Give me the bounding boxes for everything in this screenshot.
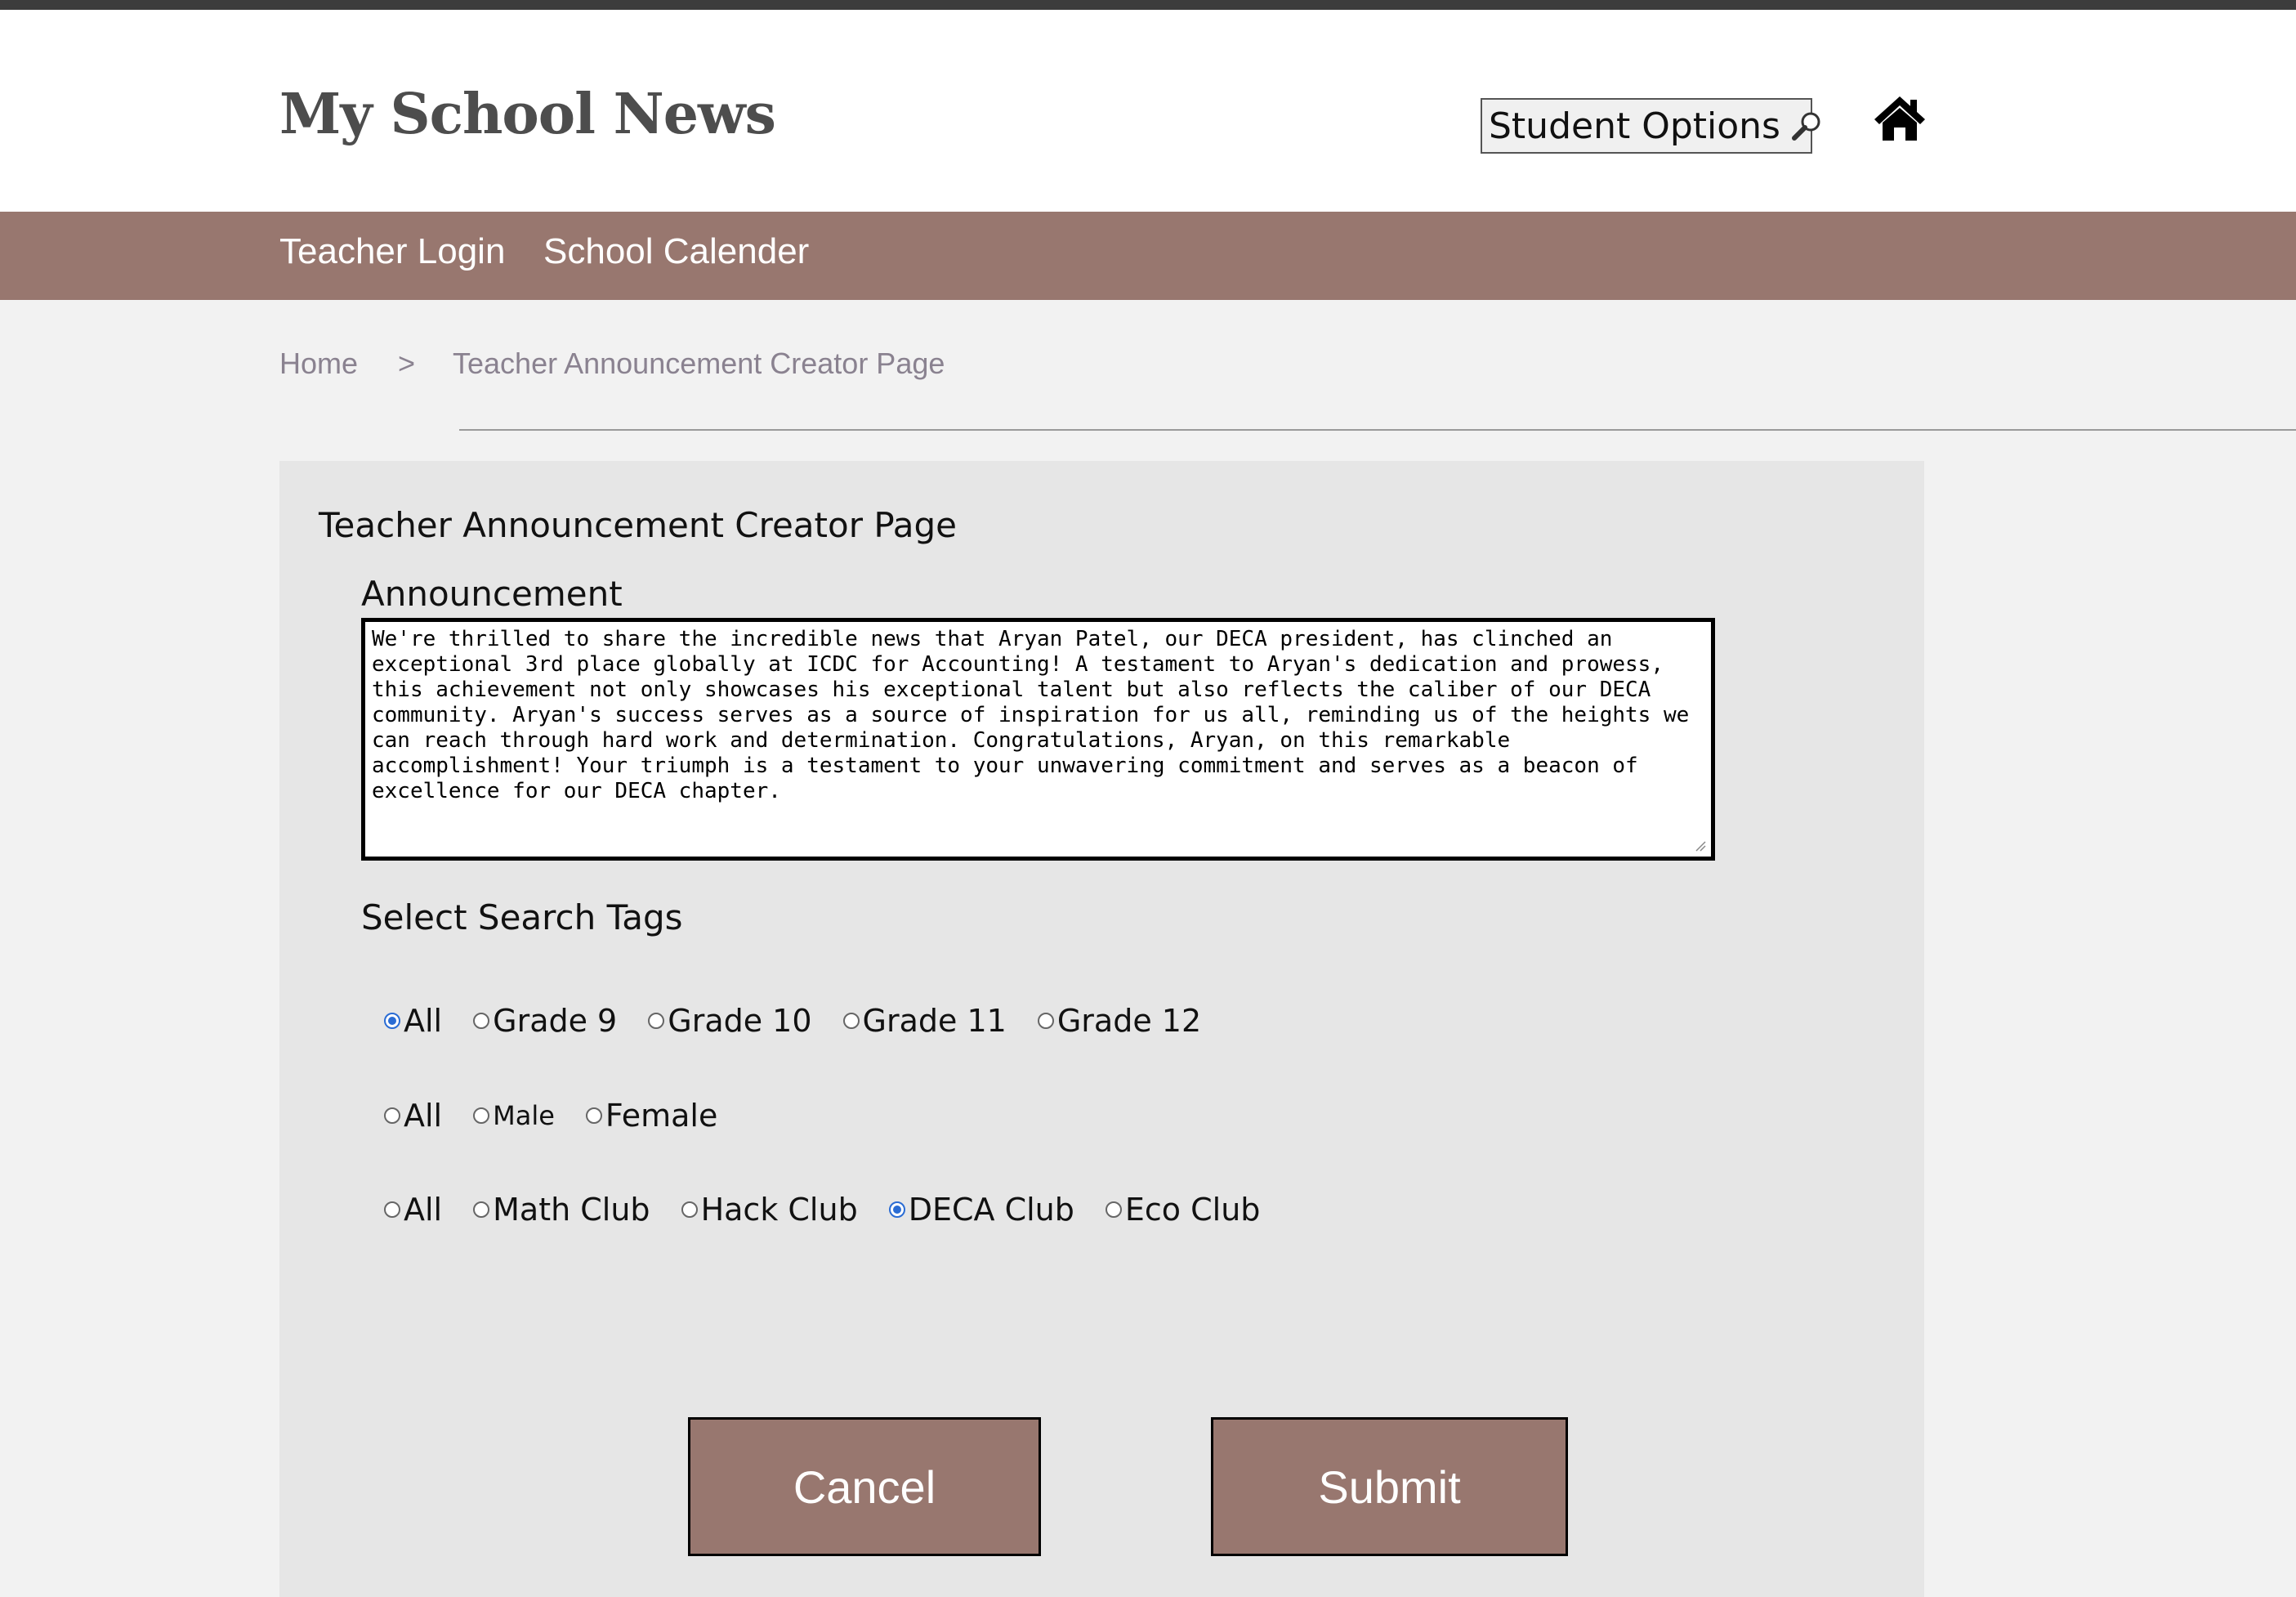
breadcrumb-current: Teacher Announcement Creator Page xyxy=(453,347,945,380)
radio-button[interactable] xyxy=(384,1107,400,1124)
student-options-button[interactable]: Student Options xyxy=(1481,98,1820,154)
resize-grip-icon[interactable] xyxy=(1693,839,1706,852)
magnifier-icon xyxy=(1790,110,1823,142)
radio-button[interactable] xyxy=(384,1201,400,1218)
radio-label: Grade 11 xyxy=(862,1003,1007,1039)
grade-radio-group: All Grade 9 Grade 10 Grade 11 Grade 12 xyxy=(384,1000,1201,1041)
radio-button[interactable] xyxy=(888,1201,905,1218)
main-nav: Teacher Login School Calender xyxy=(0,212,2296,300)
gender-option-all[interactable]: All xyxy=(384,1098,442,1134)
radio-label: Eco Club xyxy=(1124,1192,1261,1228)
radio-label: Female xyxy=(605,1098,718,1134)
search-tags-label: Select Search Tags xyxy=(361,897,683,937)
club-radio-group: All Math Club Hack Club DECA Club Eco Cl… xyxy=(384,1189,1260,1230)
breadcrumb-divider xyxy=(459,429,2296,431)
radio-label: DECA Club xyxy=(908,1192,1074,1228)
club-option-deca[interactable]: DECA Club xyxy=(888,1192,1074,1228)
announcement-form-panel: Teacher Announcement Creator Page Announ… xyxy=(279,461,1924,1597)
club-option-hack[interactable]: Hack Club xyxy=(681,1192,858,1228)
radio-button[interactable] xyxy=(384,1013,400,1029)
grade-option-9[interactable]: Grade 9 xyxy=(473,1003,617,1039)
radio-button[interactable] xyxy=(1105,1201,1122,1218)
nav-teacher-login[interactable]: Teacher Login xyxy=(279,231,505,272)
grade-option-10[interactable]: Grade 10 xyxy=(648,1003,812,1039)
radio-label: Grade 10 xyxy=(668,1003,812,1039)
radio-label: All xyxy=(404,1192,443,1228)
radio-button[interactable] xyxy=(473,1013,490,1029)
radio-button[interactable] xyxy=(473,1107,490,1124)
radio-button[interactable] xyxy=(473,1201,490,1218)
cancel-button[interactable]: Cancel xyxy=(688,1417,1041,1556)
radio-label: All xyxy=(404,1098,443,1134)
radio-button[interactable] xyxy=(585,1107,602,1124)
radio-label: All xyxy=(404,1003,443,1039)
grade-option-all[interactable]: All xyxy=(384,1003,442,1039)
radio-button[interactable] xyxy=(681,1201,698,1218)
radio-button[interactable] xyxy=(1037,1013,1054,1029)
student-options-label: Student Options xyxy=(1489,105,1780,147)
radio-label: Male xyxy=(493,1100,555,1131)
submit-button[interactable]: Submit xyxy=(1211,1417,1568,1556)
breadcrumb-separator: > xyxy=(398,347,416,380)
announcement-textarea[interactable]: We're thrilled to share the incredible n… xyxy=(361,618,1715,861)
club-option-math[interactable]: Math Club xyxy=(473,1192,650,1228)
gender-radio-group: All Male Female xyxy=(384,1095,717,1136)
announcement-label: Announcement xyxy=(361,574,623,614)
gender-option-male[interactable]: Male xyxy=(473,1100,555,1131)
radio-button[interactable] xyxy=(648,1013,665,1029)
home-icon[interactable] xyxy=(1873,95,1927,142)
radio-label: Math Club xyxy=(493,1192,650,1228)
club-option-all[interactable]: All xyxy=(384,1192,442,1228)
grade-option-12[interactable]: Grade 12 xyxy=(1037,1003,1202,1039)
grade-option-11[interactable]: Grade 11 xyxy=(842,1003,1007,1039)
top-border xyxy=(0,0,2296,10)
club-option-eco[interactable]: Eco Club xyxy=(1105,1192,1261,1228)
radio-button[interactable] xyxy=(842,1013,860,1029)
radio-label: Hack Club xyxy=(700,1192,858,1228)
form-title: Teacher Announcement Creator Page xyxy=(319,505,957,545)
radio-label: Grade 9 xyxy=(493,1003,618,1039)
site-title: My School News xyxy=(279,82,776,147)
gender-option-female[interactable]: Female xyxy=(585,1098,718,1134)
announcement-text: We're thrilled to share the incredible n… xyxy=(372,627,1690,803)
nav-school-calender[interactable]: School Calender xyxy=(543,231,809,272)
radio-label: Grade 12 xyxy=(1056,1003,1202,1039)
breadcrumb-home[interactable]: Home xyxy=(279,347,358,381)
site-header: My School News Student Options xyxy=(0,10,2296,212)
